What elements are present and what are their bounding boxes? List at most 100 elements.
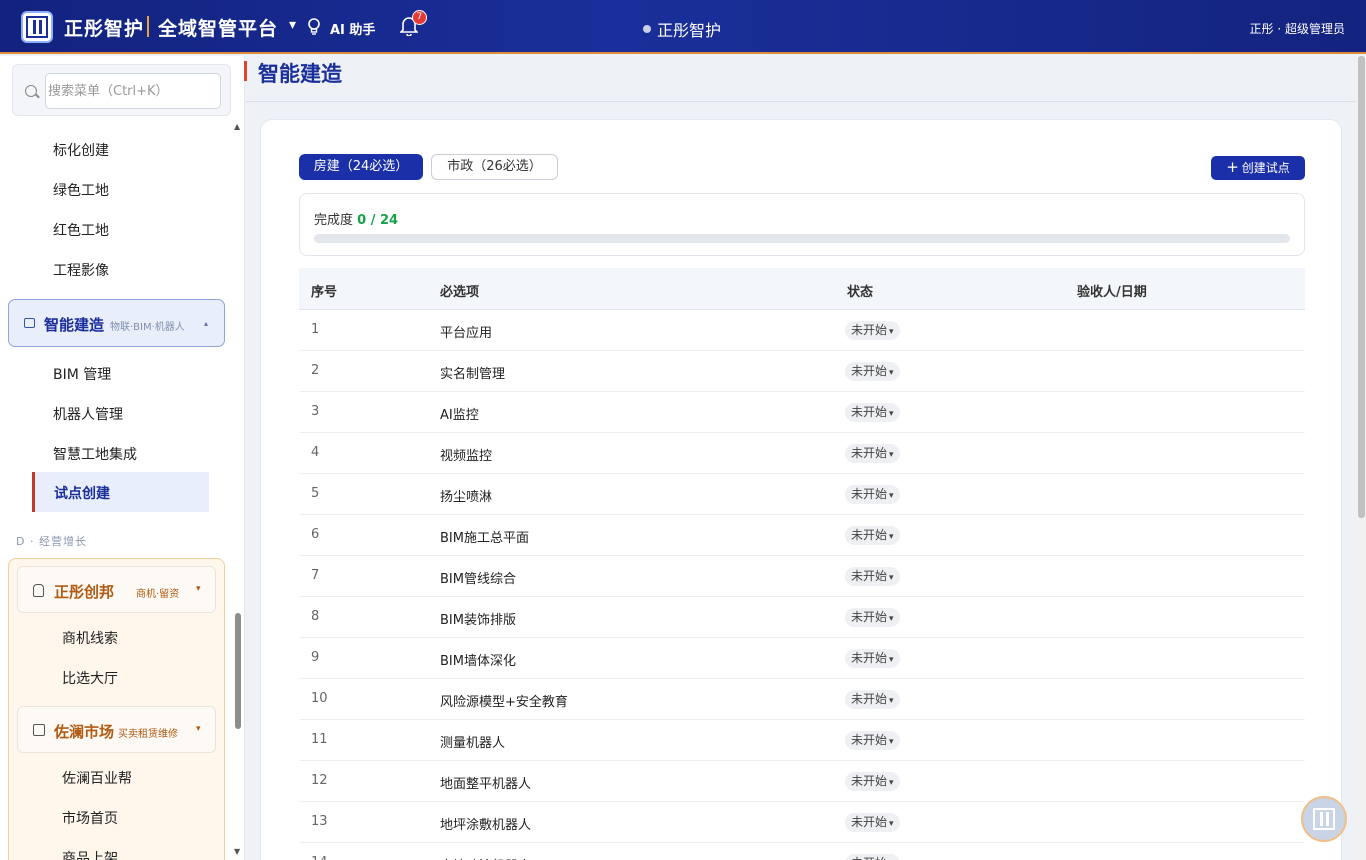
floating-assistant-button[interactable] bbox=[1301, 796, 1347, 842]
row-item-name: 内墙喷涂机器人(≥30%) bbox=[440, 855, 581, 860]
sidebar-item-project-imagery[interactable]: 工程影像 bbox=[53, 260, 109, 280]
shop-icon bbox=[33, 724, 45, 736]
tab-municipal[interactable]: 市政（26必选） bbox=[431, 154, 558, 180]
brand-divider bbox=[147, 16, 149, 37]
lightbulb-icon[interactable] bbox=[307, 18, 321, 36]
status-dropdown[interactable]: 未开始▾ bbox=[845, 403, 900, 422]
status-label: 未开始 bbox=[851, 569, 888, 583]
status-label: 未开始 bbox=[851, 405, 888, 419]
main-scrollbar[interactable] bbox=[1358, 56, 1365, 518]
status-dropdown[interactable]: 未开始▾ bbox=[845, 731, 900, 750]
sidebar: ▲ ▼ 标化创建 绿色工地 红色工地 工程影像 智能建造 物联·BIM·机器人 … bbox=[0, 56, 245, 860]
column-header-acceptor: 验收人/日期 bbox=[1077, 285, 1147, 300]
status-dropdown[interactable]: 未开始▾ bbox=[845, 485, 900, 504]
status-label: 未开始 bbox=[851, 528, 888, 542]
chevron-down-icon: ▾ bbox=[889, 655, 894, 665]
row-item-name: AI监控 bbox=[440, 408, 479, 423]
sidebar-item-green-site[interactable]: 绿色工地 bbox=[53, 180, 109, 200]
sidebar-item-pilot-create[interactable]: 试点创建 bbox=[32, 472, 209, 512]
title-accent bbox=[244, 61, 247, 81]
app-logo[interactable] bbox=[21, 11, 53, 43]
sidebar-item-smart-site-integration[interactable]: 智慧工地集成 bbox=[53, 444, 137, 464]
pilot-card: 房建（24必选） 市政（26必选） + 创建试点 完成度 0 / 24 序号 必选… bbox=[260, 119, 1342, 860]
table-row: 12 地面整平机器人 未开始 ▾ bbox=[299, 761, 1305, 802]
chevron-down-icon: ▾ bbox=[889, 368, 894, 378]
chevron-down-icon: ▾ bbox=[889, 491, 894, 501]
required-items-table: 序号 必选项 状态 验收人/日期 1 平台应用 未开始 ▾ 2 实名制管理 未开始 ▾ 3 AI监… bbox=[299, 268, 1305, 860]
chevron-up-icon[interactable]: ▴ bbox=[204, 319, 208, 328]
menu-search-box bbox=[12, 64, 231, 116]
status-dropdown[interactable]: 未开始▾ bbox=[845, 608, 900, 627]
sidebar-item-robot-management[interactable]: 机器人管理 bbox=[53, 404, 123, 424]
row-item-name: 地面整平机器人 bbox=[440, 777, 532, 792]
sidebar-item-product-listing[interactable]: 商品上架 bbox=[62, 848, 118, 860]
sidebar-scroll-up-icon[interactable]: ▲ bbox=[234, 122, 240, 131]
platform-dropdown-chevron-icon[interactable]: ▾ bbox=[289, 17, 296, 33]
business-growth-panel: 正彤创邦 商机·留资 ▾ 商机线索 比选大厅 佐澜市场 买卖租赁维修 ▾ 佐澜百… bbox=[8, 558, 225, 860]
row-number: 8 bbox=[311, 609, 320, 624]
column-header-status: 状态 bbox=[847, 285, 874, 300]
row-number: 3 bbox=[311, 404, 320, 419]
sidebar-scroll-down-icon[interactable]: ▼ bbox=[234, 847, 240, 856]
chevron-down-icon[interactable]: ▾ bbox=[196, 724, 201, 734]
status-dropdown[interactable]: 未开始▾ bbox=[845, 444, 900, 463]
search-icon bbox=[25, 85, 37, 97]
table-row: 7 BIM管线综合 未开始 ▾ bbox=[299, 556, 1305, 597]
create-pilot-label: 创建试点 bbox=[1241, 161, 1290, 175]
page-title: 智能建造 bbox=[258, 62, 342, 86]
notification-badge: 7 bbox=[412, 10, 427, 25]
table-row: 10 风险源模型+安全教育 未开始 ▾ bbox=[299, 679, 1305, 720]
table-row: 13 地坪涂敷机器人 未开始 ▾ bbox=[299, 802, 1305, 843]
group-title: 佐澜市场 bbox=[54, 723, 115, 741]
status-dropdown[interactable]: 未开始▾ bbox=[845, 649, 900, 668]
sidebar-group-zuolan-market[interactable]: 佐澜市场 买卖租赁维修 ▾ bbox=[17, 706, 216, 753]
create-pilot-button[interactable]: + 创建试点 bbox=[1211, 156, 1305, 180]
sidebar-item-bim[interactable]: BIM 管理 bbox=[53, 364, 111, 384]
user-menu[interactable]: 正彤 · 超级管理员 bbox=[1250, 20, 1345, 37]
chevron-down-icon[interactable]: ▾ bbox=[196, 584, 201, 594]
chevron-down-icon: ▾ bbox=[889, 450, 894, 460]
status-label: 未开始 bbox=[851, 856, 887, 860]
page-title-bar: 智能建造 bbox=[244, 56, 1356, 102]
table-row: 9 BIM墙体深化 未开始 ▾ bbox=[299, 638, 1305, 679]
status-dot bbox=[643, 25, 651, 33]
status-dropdown[interactable]: 未开始▾ bbox=[845, 854, 900, 860]
row-item-name: 风险源模型+安全教育 bbox=[440, 695, 568, 710]
sidebar-item-leads[interactable]: 商机线索 bbox=[62, 628, 118, 648]
sidebar-group-zhengtong-chuangbang[interactable]: 正彤创邦 商机·留资 ▾ bbox=[17, 566, 216, 613]
row-number: 10 bbox=[311, 691, 328, 706]
status-dropdown[interactable]: 未开始▾ bbox=[845, 321, 900, 340]
sidebar-item-zuolan-services[interactable]: 佐澜百业帮 bbox=[62, 768, 132, 788]
plus-icon: + bbox=[1226, 158, 1239, 176]
status-dropdown[interactable]: 未开始▾ bbox=[845, 526, 900, 545]
sidebar-scrollbar[interactable] bbox=[235, 613, 241, 729]
sidebar-item-standard-build[interactable]: 标化创建 bbox=[53, 140, 109, 160]
status-dropdown[interactable]: 未开始▾ bbox=[845, 362, 900, 381]
row-item-name: 测量机器人 bbox=[440, 736, 506, 751]
chevron-down-icon: ▾ bbox=[889, 532, 894, 542]
table-row: 6 BIM施工总平面 未开始 ▾ bbox=[299, 515, 1305, 556]
group-title: 智能建造 bbox=[44, 316, 105, 334]
menu-search-input[interactable] bbox=[45, 73, 221, 109]
chevron-down-icon: ▾ bbox=[889, 327, 894, 337]
status-dropdown[interactable]: 未开始▾ bbox=[845, 567, 900, 586]
status-label: 未开始 bbox=[851, 692, 888, 706]
sidebar-item-red-site[interactable]: 红色工地 bbox=[53, 220, 109, 240]
row-number: 2 bbox=[311, 363, 320, 378]
row-number: 9 bbox=[311, 650, 320, 665]
status-dropdown[interactable]: 未开始▾ bbox=[845, 772, 900, 791]
chevron-down-icon: ▾ bbox=[889, 778, 894, 788]
sidebar-group-smart-construction[interactable]: 智能建造 物联·BIM·机器人 ▴ bbox=[8, 299, 225, 347]
table-header: 序号 必选项 状态 验收人/日期 bbox=[299, 268, 1305, 310]
ai-assistant-button[interactable]: AI 助手 bbox=[330, 19, 375, 38]
table-row: 8 BIM装饰排版 未开始 ▾ bbox=[299, 597, 1305, 638]
status-dropdown[interactable]: 未开始▾ bbox=[845, 813, 900, 832]
sidebar-item-market-home[interactable]: 市场首页 bbox=[62, 808, 118, 828]
tab-building[interactable]: 房建（24必选） bbox=[299, 154, 423, 180]
status-label: 未开始 bbox=[851, 364, 888, 378]
status-dropdown[interactable]: 未开始▾ bbox=[845, 690, 900, 709]
status-label: 未开始 bbox=[851, 651, 888, 665]
completion-value: 0 / 24 bbox=[357, 213, 399, 228]
sidebar-item-bidding-hall[interactable]: 比选大厅 bbox=[62, 668, 118, 688]
hand-icon bbox=[33, 584, 44, 597]
